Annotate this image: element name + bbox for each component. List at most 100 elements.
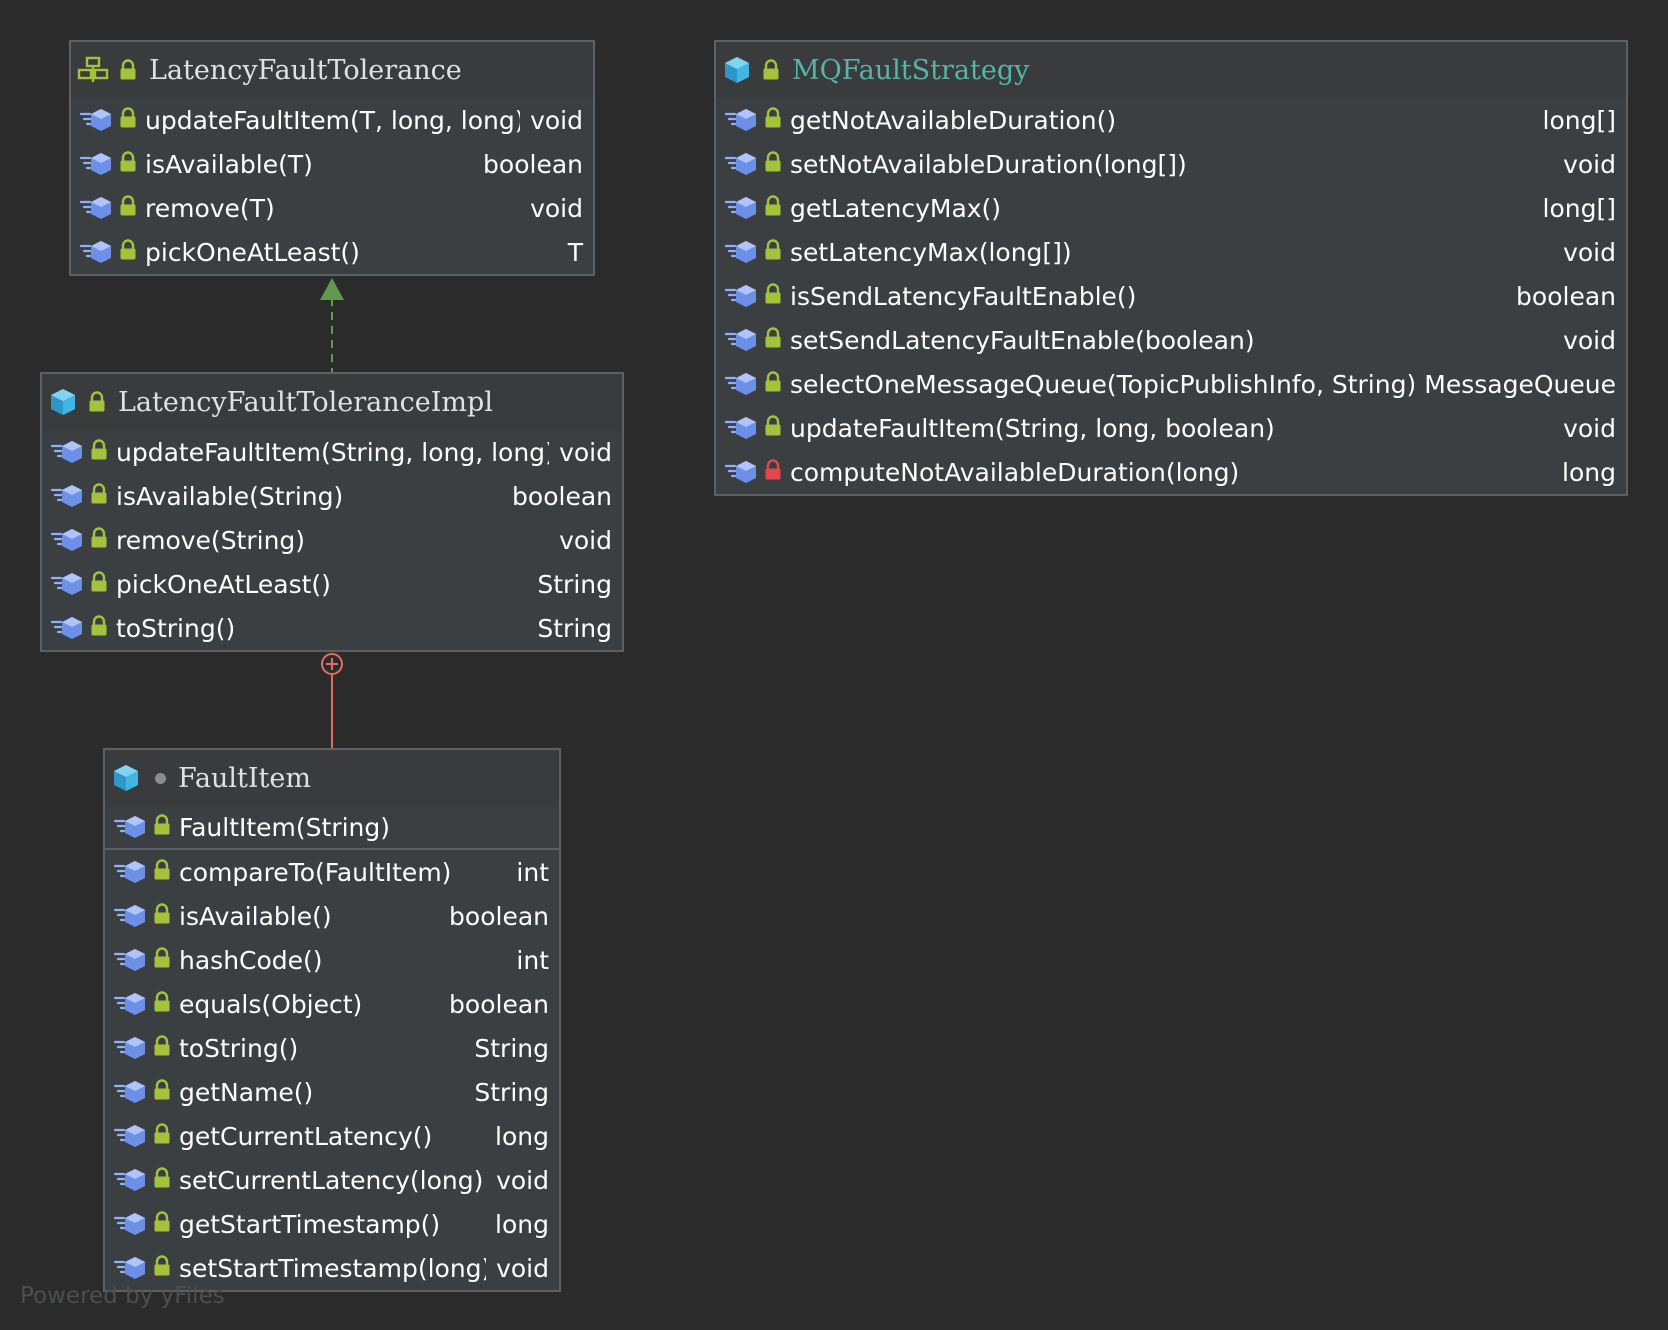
lock-icon [119, 150, 137, 179]
return-type: boolean [1516, 281, 1616, 311]
return-type: long[] [1542, 193, 1616, 223]
lock-icon [762, 59, 780, 81]
method-name: isAvailable() [179, 901, 332, 931]
method-row[interactable]: pickOneAtLeast() T [71, 230, 593, 274]
return-type: void [1563, 149, 1616, 179]
method-icon [724, 151, 758, 177]
method-name: isAvailable(String) [116, 481, 344, 511]
method-icon [113, 1079, 147, 1105]
method-row[interactable]: isSendLatencyFaultEnable() boolean [716, 274, 1626, 318]
node-header: FaultItem [105, 750, 559, 806]
node-title: MQFaultStrategy [792, 54, 1030, 86]
method-row[interactable]: toString() String [105, 1026, 559, 1070]
method-row[interactable]: selectOneMessageQueue(TopicPublishInfo, … [716, 362, 1626, 406]
method-row[interactable]: getStartTimestamp() long [105, 1202, 559, 1246]
method-name: isAvailable(T) [145, 149, 313, 179]
node-latency-fault-tolerance[interactable]: LatencyFaultTolerance updateFaultItem(T, … [69, 40, 595, 276]
method-name: setLatencyMax(long[]) [790, 237, 1072, 267]
node-header: MQFaultStrategy [716, 42, 1626, 98]
method-row[interactable]: updateFaultItem(String, long, long) void [42, 430, 622, 474]
class-icon [48, 387, 78, 417]
return-type: boolean [449, 989, 549, 1019]
lock-icon [764, 370, 782, 399]
return-type: String [474, 1077, 549, 1107]
method-row[interactable]: remove(String) void [42, 518, 622, 562]
method-name: updateFaultItem(T, long, long) [145, 105, 521, 135]
lock-icon [153, 1166, 171, 1195]
method-row[interactable]: pickOneAtLeast() String [42, 562, 622, 606]
method-row[interactable]: getLatencyMax() long[] [716, 186, 1626, 230]
method-row[interactable]: updateFaultItem(T, long, long) void [71, 98, 593, 142]
method-icon [50, 571, 84, 597]
method-row[interactable]: isAvailable(T) boolean [71, 142, 593, 186]
lock-icon [764, 326, 782, 355]
lock-icon [153, 1078, 171, 1107]
method-name: pickOneAtLeast() [145, 237, 360, 267]
method-name: remove(String) [116, 525, 306, 555]
method-row[interactable]: getCurrentLatency() long [105, 1114, 559, 1158]
lock-icon [153, 1034, 171, 1063]
return-type: void [530, 105, 583, 135]
method-icon [79, 107, 113, 133]
method-row[interactable]: setLatencyMax(long[]) void [716, 230, 1626, 274]
method-name: setNotAvailableDuration(long[]) [790, 149, 1187, 179]
method-row[interactable]: hashCode() int [105, 938, 559, 982]
constructor-row[interactable]: FaultItem(String) [105, 806, 559, 850]
implements-edge[interactable] [320, 278, 344, 372]
node-header: LatencyFaultTolerance [71, 42, 593, 98]
lock-icon [153, 813, 171, 842]
method-icon [724, 371, 758, 397]
method-row[interactable]: setNotAvailableDuration(long[]) void [716, 142, 1626, 186]
lock-icon [764, 238, 782, 267]
method-icon [724, 107, 758, 133]
method-row[interactable]: getNotAvailableDuration() long[] [716, 98, 1626, 142]
return-type: void [496, 1253, 549, 1283]
method-row[interactable]: remove(T) void [71, 186, 593, 230]
method-name: isSendLatencyFaultEnable() [790, 281, 1137, 311]
method-row[interactable]: isAvailable() boolean [105, 894, 559, 938]
method-row[interactable]: setSendLatencyFaultEnable(boolean) void [716, 318, 1626, 362]
node-fault-item[interactable]: FaultItem FaultItem(String) compareTo(Faul… [103, 748, 561, 1292]
method-row[interactable]: computeNotAvailableDuration(long) long [716, 450, 1626, 494]
method-icon [724, 327, 758, 353]
method-name: getStartTimestamp() [179, 1209, 441, 1239]
method-icon [724, 239, 758, 265]
method-icon [113, 1035, 147, 1061]
return-type: long [1562, 457, 1616, 487]
node-mq-fault-strategy[interactable]: MQFaultStrategy getNotAvailableDuration()… [714, 40, 1628, 496]
method-row[interactable]: updateFaultItem(String, long, boolean) vo… [716, 406, 1626, 450]
inner-class-edge[interactable] [321, 653, 343, 748]
method-name: equals(Object) [179, 989, 363, 1019]
method-row[interactable]: setCurrentLatency(long) void [105, 1158, 559, 1202]
lock-icon [764, 414, 782, 443]
return-type: void [1563, 413, 1616, 443]
node-header: LatencyFaultToleranceImpl [42, 374, 622, 430]
method-row[interactable]: toString() String [42, 606, 622, 650]
return-type: int [516, 945, 549, 975]
method-row[interactable]: isAvailable(String) boolean [42, 474, 622, 518]
lock-icon [90, 438, 108, 467]
class-icon [722, 55, 752, 85]
method-row[interactable]: getName() String [105, 1070, 559, 1114]
lock-icon [119, 238, 137, 267]
return-type: String [474, 1033, 549, 1063]
method-name: updateFaultItem(String, long, boolean) [790, 413, 1275, 443]
lock-icon [764, 194, 782, 223]
method-icon [113, 903, 147, 929]
method-name: setCurrentLatency(long) [179, 1165, 484, 1195]
method-row[interactable]: compareTo(FaultItem) int [105, 850, 559, 894]
method-name: getLatencyMax() [790, 193, 1002, 223]
return-type: void [1563, 325, 1616, 355]
return-type: String [537, 613, 612, 643]
return-type: long [495, 1121, 549, 1151]
return-type: long[] [1542, 105, 1616, 135]
method-icon [724, 459, 758, 485]
lock-icon [119, 106, 137, 135]
method-name: pickOneAtLeast() [116, 569, 331, 599]
lock-icon [119, 194, 137, 223]
method-icon [113, 1167, 147, 1193]
method-row[interactable]: equals(Object) boolean [105, 982, 559, 1026]
return-type: int [516, 857, 549, 887]
node-latency-fault-tolerance-impl[interactable]: LatencyFaultToleranceImpl updateFaultItem… [40, 372, 624, 652]
method-name: setStartTimestamp(long) [179, 1253, 487, 1283]
